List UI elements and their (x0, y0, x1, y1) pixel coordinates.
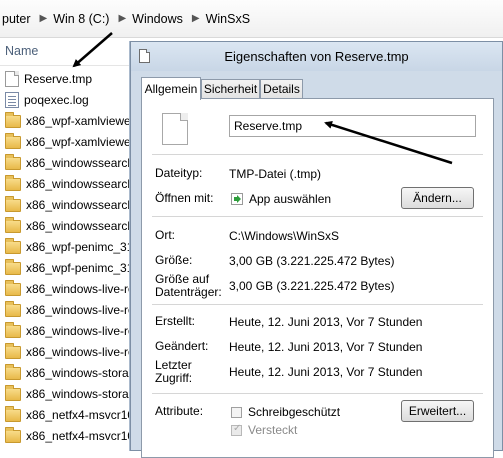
tab-allgemein[interactable]: Allgemein (141, 77, 201, 100)
annotation-arrows (72, 32, 453, 165)
arrow-to-reserve-file (72, 32, 113, 68)
arrow-to-file-name-field (324, 121, 453, 165)
